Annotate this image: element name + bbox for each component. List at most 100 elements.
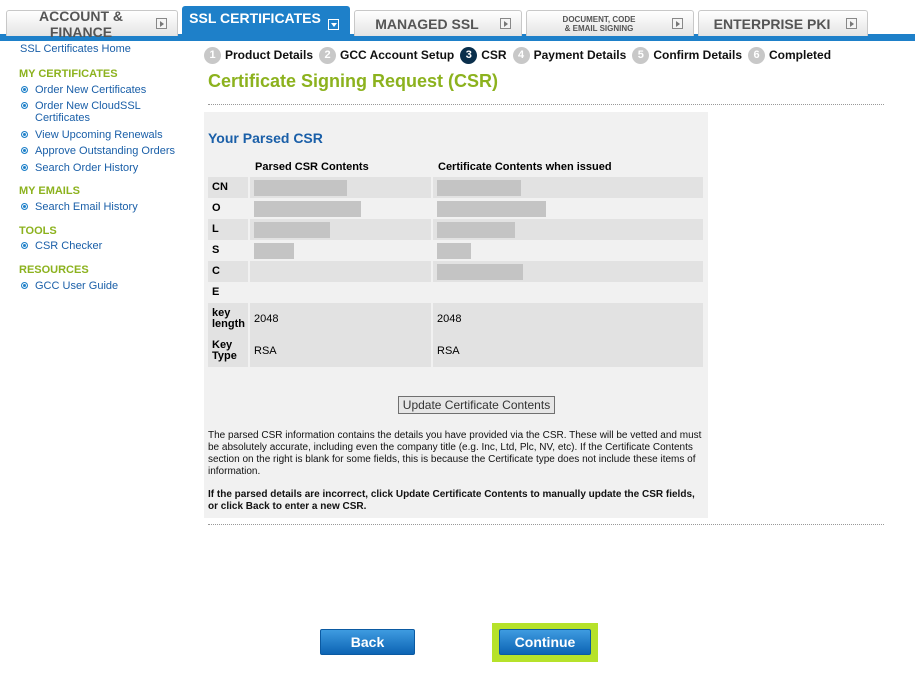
continue-button-highlight: Continue [492, 623, 598, 662]
redacted-value [437, 179, 521, 196]
bullet-icon [21, 242, 28, 249]
issued-value [431, 282, 703, 303]
sidebar-item-order-new-certificates[interactable]: Order New Certificates [21, 84, 146, 96]
step-number: 1 [204, 46, 221, 64]
parsed-value [248, 177, 432, 198]
parsed-value [248, 282, 432, 303]
issued-value [431, 177, 703, 198]
bullet-icon [21, 86, 28, 93]
step-label: GCC Account Setup [340, 48, 455, 62]
parsed-value [248, 261, 432, 282]
tab-ssl-certificates[interactable]: SSL CERTIFICATES [182, 6, 350, 35]
panel-title: Your Parsed CSR [208, 130, 323, 146]
tab-label: MANAGED SSL [375, 15, 479, 32]
row-key: C [208, 261, 249, 282]
sidebar-item-csr-checker[interactable]: CSR Checker [21, 240, 102, 252]
tab-enterprise-pki[interactable]: ENTERPRISE PKI [698, 10, 868, 36]
table-row: S [208, 240, 703, 261]
sidebar-heading-my-emails: MY EMAILS [19, 185, 80, 197]
step-csr: 3 CSR [460, 46, 507, 64]
tab-expand-icon[interactable] [156, 18, 167, 29]
step-label: Completed [769, 48, 832, 62]
step-number: 2 [319, 46, 337, 64]
step-label: CSR [481, 48, 507, 62]
tab-expand-icon[interactable] [672, 18, 683, 29]
tab-label: SSL CERTIFICATES [189, 10, 321, 26]
parsed-csr-panel: Your Parsed CSR Parsed CSR Contents Cert… [204, 112, 708, 518]
sidebar-item-label: Order New Certificates [35, 84, 147, 96]
sidebar-item-label: Search Order History [35, 162, 139, 174]
sidebar-item-order-new-cloudssl[interactable]: Order New CloudSSL Certificates [21, 100, 171, 124]
parsed-value: 2048 [248, 303, 432, 335]
redacted-value [437, 263, 523, 280]
tab-account-finance[interactable]: ACCOUNT & FINANCE [6, 8, 178, 40]
table-row: E [208, 282, 703, 303]
tab-label: DOCUMENT, CODE & EMAIL SIGNING [563, 15, 636, 33]
sidebar-item-label: CSR Checker [35, 240, 103, 252]
tab-label: ACCOUNT & FINANCE [39, 7, 123, 40]
sidebar-item-search-order-history[interactable]: Search Order History [21, 162, 138, 174]
info-note-bold: If the parsed details are incorrect, cli… [208, 489, 695, 512]
table-header-parsed: Parsed CSR Contents [255, 161, 369, 173]
sidebar-item-approve-outstanding-orders[interactable]: Approve Outstanding Orders [21, 145, 175, 157]
top-tab-bar: ACCOUNT & FINANCE SSL CERTIFICATES MANAG… [0, 0, 915, 41]
row-key-line2: Type [212, 350, 237, 362]
issued-value: 2048 [431, 303, 703, 335]
progress-steps: 1 Product Details 2 GCC Account Setup 3 … [204, 46, 837, 64]
redacted-value [437, 242, 471, 259]
back-button[interactable]: Back [320, 629, 415, 655]
sidebar-item-view-upcoming-renewals[interactable]: View Upcoming Renewals [21, 129, 163, 141]
csr-table: Parsed CSR Contents Certificate Contents… [208, 157, 703, 367]
row-key: E [212, 286, 220, 298]
issued-value: RSA [431, 335, 703, 367]
sidebar-item-label: View Upcoming Renewals [35, 129, 163, 141]
bullet-icon [21, 131, 28, 138]
table-header-row: Parsed CSR Contents Certificate Contents… [208, 157, 703, 177]
sidebar-item-search-email-history[interactable]: Search Email History [21, 201, 138, 213]
sidebar-heading-my-certificates: MY CERTIFICATES [19, 68, 118, 80]
step-number: 6 [748, 46, 766, 64]
redacted-value [254, 221, 330, 238]
parsed-value [248, 219, 432, 240]
redacted-value [254, 179, 347, 196]
row-key: O [212, 202, 221, 214]
tab-expand-icon[interactable] [846, 18, 857, 29]
table-row: Key Type RSA RSA [208, 335, 703, 367]
sidebar-item-label: Search Email History [35, 201, 138, 213]
parsed-value [248, 240, 432, 261]
issued-value [431, 240, 703, 261]
step-product-details: 1 Product Details [204, 46, 314, 64]
issued-value [431, 219, 703, 240]
table-header-issued: Certificate Contents when issued [438, 161, 612, 173]
row-key: CN [208, 177, 249, 198]
continue-button[interactable]: Continue [499, 629, 591, 655]
divider [208, 524, 884, 525]
step-label: Product Details [225, 48, 314, 62]
sidebar-item-label: GCC User Guide [35, 280, 119, 292]
sidebar-heading-resources: RESOURCES [19, 264, 89, 276]
table-row: key length 2048 2048 [208, 303, 703, 335]
sidebar-link-home[interactable]: SSL Certificates Home [20, 43, 131, 55]
tab-expand-icon[interactable] [500, 18, 511, 29]
tab-label-line1: DOCUMENT, CODE [562, 14, 636, 24]
table-row: L [208, 219, 703, 240]
update-certificate-contents-button[interactable]: Update Certificate Contents [398, 396, 555, 414]
row-key: L [208, 219, 249, 240]
tab-document-code-email-signing[interactable]: DOCUMENT, CODE & EMAIL SIGNING [526, 10, 694, 36]
step-completed: 6 Completed [748, 46, 832, 64]
table-row: CN [208, 177, 703, 198]
sidebar-item-label: Order New CloudSSL Certificates [35, 100, 141, 124]
tab-expand-icon[interactable] [328, 19, 339, 30]
issued-value [431, 198, 703, 219]
step-number: 5 [632, 46, 650, 64]
sidebar-heading-tools: TOOLS [19, 225, 57, 237]
row-key: key length [208, 303, 249, 335]
bullet-icon [21, 147, 28, 154]
tab-managed-ssl[interactable]: MANAGED SSL [354, 10, 522, 36]
tab-label-line2: & EMAIL SIGNING [564, 23, 634, 33]
table-row: O [208, 198, 703, 219]
sidebar-item-gcc-user-guide[interactable]: GCC User Guide [21, 280, 118, 292]
step-label: Payment Details [533, 48, 627, 62]
redacted-value [254, 200, 361, 217]
row-key: Key Type [208, 335, 249, 367]
